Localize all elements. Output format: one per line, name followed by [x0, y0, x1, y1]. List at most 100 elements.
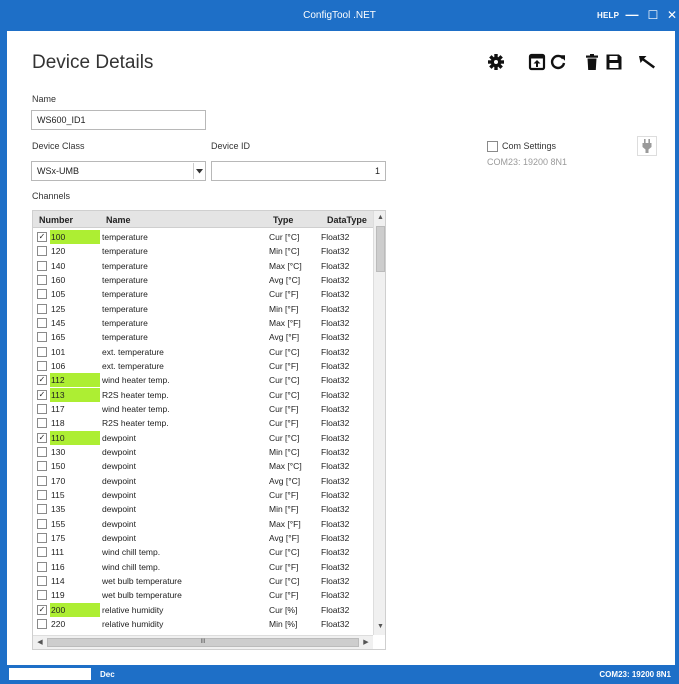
vertical-scroll-thumb[interactable] [376, 226, 385, 272]
table-row[interactable]: 115 dewpoint Cur [°F] Float32 [33, 488, 373, 502]
column-header-datatype[interactable]: DataType [327, 215, 367, 225]
device-id-field[interactable]: 1 [211, 161, 386, 181]
table-row[interactable]: 145 temperature Max [°F] Float32 [33, 316, 373, 330]
row-checkbox[interactable] [37, 332, 47, 343]
delete-button[interactable] [582, 52, 602, 72]
table-row[interactable]: 125 temperature Min [°F] Float32 [33, 302, 373, 316]
table-row[interactable]: 220 relative humidity Min [%] Float32 [33, 617, 373, 631]
channel-type: Cur [°C] [269, 575, 300, 586]
channel-number: 125 [51, 303, 66, 314]
table-row[interactable]: ✓ 112 wind heater temp. Cur [°C] Float32 [33, 373, 373, 388]
row-checkbox[interactable] [37, 561, 47, 572]
channel-number: 118 [51, 418, 65, 429]
channel-number: 165 [51, 332, 66, 343]
minimize-button[interactable]: — [624, 6, 640, 24]
table-body: ✓ 100 temperature Cur [°C] Float32 120 tempera… [33, 230, 373, 631]
close-button[interactable]: ✕ [664, 6, 679, 24]
row-checkbox[interactable] [37, 618, 47, 629]
row-checkbox[interactable] [37, 489, 47, 500]
scroll-down-icon[interactable]: ▼ [374, 621, 385, 633]
table-row[interactable]: 106 ext. temperature Cur [°F] Float32 [33, 359, 373, 373]
row-checkbox[interactable] [37, 504, 47, 515]
table-row[interactable]: 140 temperature Max [°C] Float32 [33, 259, 373, 273]
row-checkbox[interactable] [37, 289, 47, 300]
maximize-button[interactable]: ☐ [645, 6, 661, 24]
scroll-left-icon[interactable]: ◀ [34, 636, 46, 649]
table-row[interactable]: 130 dewpoint Min [°C] Float32 [33, 445, 373, 459]
column-header-name[interactable]: Name [106, 215, 131, 225]
table-row[interactable]: ✓ 113 R2S heater temp. Cur [°C] Float32 [33, 387, 373, 402]
row-checkbox[interactable]: ✓ [37, 232, 47, 242]
row-checkbox[interactable] [37, 403, 47, 414]
table-row[interactable]: 175 dewpoint Avg [°F] Float32 [33, 531, 373, 545]
row-checkbox[interactable] [37, 418, 47, 429]
row-checkbox[interactable] [37, 246, 47, 257]
scroll-right-icon[interactable]: ▶ [360, 636, 372, 649]
table-row[interactable]: 116 wind chill temp. Cur [°F] Float32 [33, 560, 373, 574]
channel-type: Min [%] [269, 618, 298, 629]
channel-type: Min [°F] [269, 303, 299, 314]
row-checkbox[interactable] [37, 346, 47, 357]
table-row[interactable]: 120 temperature Min [°C] Float32 [33, 244, 373, 258]
device-class-select[interactable]: WSx-UMB [31, 161, 206, 181]
table-row[interactable]: 155 dewpoint Max [°F] Float32 [33, 517, 373, 531]
horizontal-scrollbar[interactable]: ◀ III ▶ [33, 635, 373, 649]
row-checkbox[interactable] [37, 575, 47, 586]
row-checkbox[interactable]: ✓ [37, 375, 47, 386]
channel-number: 112 [50, 373, 100, 388]
table-row[interactable]: 114 wet bulb temperature Cur [°C] Float32 [33, 574, 373, 588]
save-button[interactable] [604, 52, 624, 72]
horizontal-scroll-thumb[interactable]: III [47, 638, 359, 647]
table-row[interactable]: 118 R2S heater temp. Cur [°F] Float32 [33, 416, 373, 430]
row-checkbox[interactable] [37, 360, 47, 371]
connect-button[interactable] [637, 136, 657, 156]
table-row[interactable]: ✓ 110 dewpoint Cur [°C] Float32 [33, 430, 373, 445]
row-checkbox[interactable] [37, 317, 47, 328]
undo-button[interactable] [638, 52, 658, 72]
row-checkbox[interactable] [37, 518, 47, 529]
channel-name: wind chill temp. [102, 547, 161, 558]
row-checkbox[interactable] [37, 274, 47, 285]
status-input[interactable] [9, 668, 91, 680]
table-row[interactable]: 160 temperature Avg [°C] Float32 [33, 273, 373, 287]
help-button[interactable]: HELP [597, 11, 619, 20]
row-checkbox[interactable]: ✓ [37, 432, 47, 443]
settings-button[interactable] [486, 52, 506, 72]
table-row[interactable]: 105 temperature Cur [°F] Float32 [33, 287, 373, 301]
column-header-type[interactable]: Type [273, 215, 293, 225]
row-checkbox[interactable] [37, 590, 47, 601]
channel-name: relative humidity [102, 618, 164, 629]
row-checkbox[interactable]: ✓ [37, 389, 47, 400]
table-row[interactable]: ✓ 200 relative humidity Cur [%] Float32 [33, 602, 373, 617]
row-checkbox[interactable] [37, 446, 47, 457]
row-checkbox[interactable] [37, 303, 47, 314]
channel-datatype: Float32 [321, 246, 350, 257]
chevron-down-icon[interactable] [193, 163, 204, 179]
row-checkbox[interactable] [37, 547, 47, 558]
save-icon [606, 54, 622, 70]
table-row[interactable]: 111 wind chill temp. Cur [°C] Float32 [33, 545, 373, 559]
row-checkbox[interactable] [37, 461, 47, 472]
table-row[interactable]: 119 wet bulb temperature Cur [°F] Float32 [33, 588, 373, 602]
table-row[interactable]: 170 dewpoint Avg [°C] Float32 [33, 474, 373, 488]
row-checkbox[interactable] [37, 532, 47, 543]
channel-number: 101 [51, 346, 66, 357]
table-row[interactable]: ✓ 100 temperature Cur [°C] Float32 [33, 230, 373, 244]
table-row[interactable]: 135 dewpoint Min [°F] Float32 [33, 502, 373, 516]
vertical-scrollbar[interactable]: ▲ ▼ [373, 211, 385, 635]
table-row[interactable]: 165 temperature Avg [°F] Float32 [33, 330, 373, 344]
row-checkbox[interactable] [37, 260, 47, 271]
upload-button[interactable] [527, 52, 547, 72]
column-header-number[interactable]: Number [39, 215, 73, 225]
row-checkbox[interactable]: ✓ [37, 604, 47, 615]
table-row[interactable]: 150 dewpoint Max [°C] Float32 [33, 459, 373, 473]
refresh-button[interactable] [548, 52, 568, 72]
row-checkbox[interactable] [37, 475, 47, 486]
table-row[interactable]: 101 ext. temperature Cur [°C] Float32 [33, 345, 373, 359]
title-bar: ConfigTool .NET HELP — ☐ ✕ [0, 0, 679, 31]
com-settings-checkbox[interactable] [487, 141, 498, 152]
channel-name: dewpoint [102, 504, 137, 515]
table-row[interactable]: 117 wind heater temp. Cur [°F] Float32 [33, 402, 373, 416]
name-field[interactable]: WS600_ID1 [31, 110, 206, 130]
scroll-up-icon[interactable]: ▲ [374, 212, 385, 224]
